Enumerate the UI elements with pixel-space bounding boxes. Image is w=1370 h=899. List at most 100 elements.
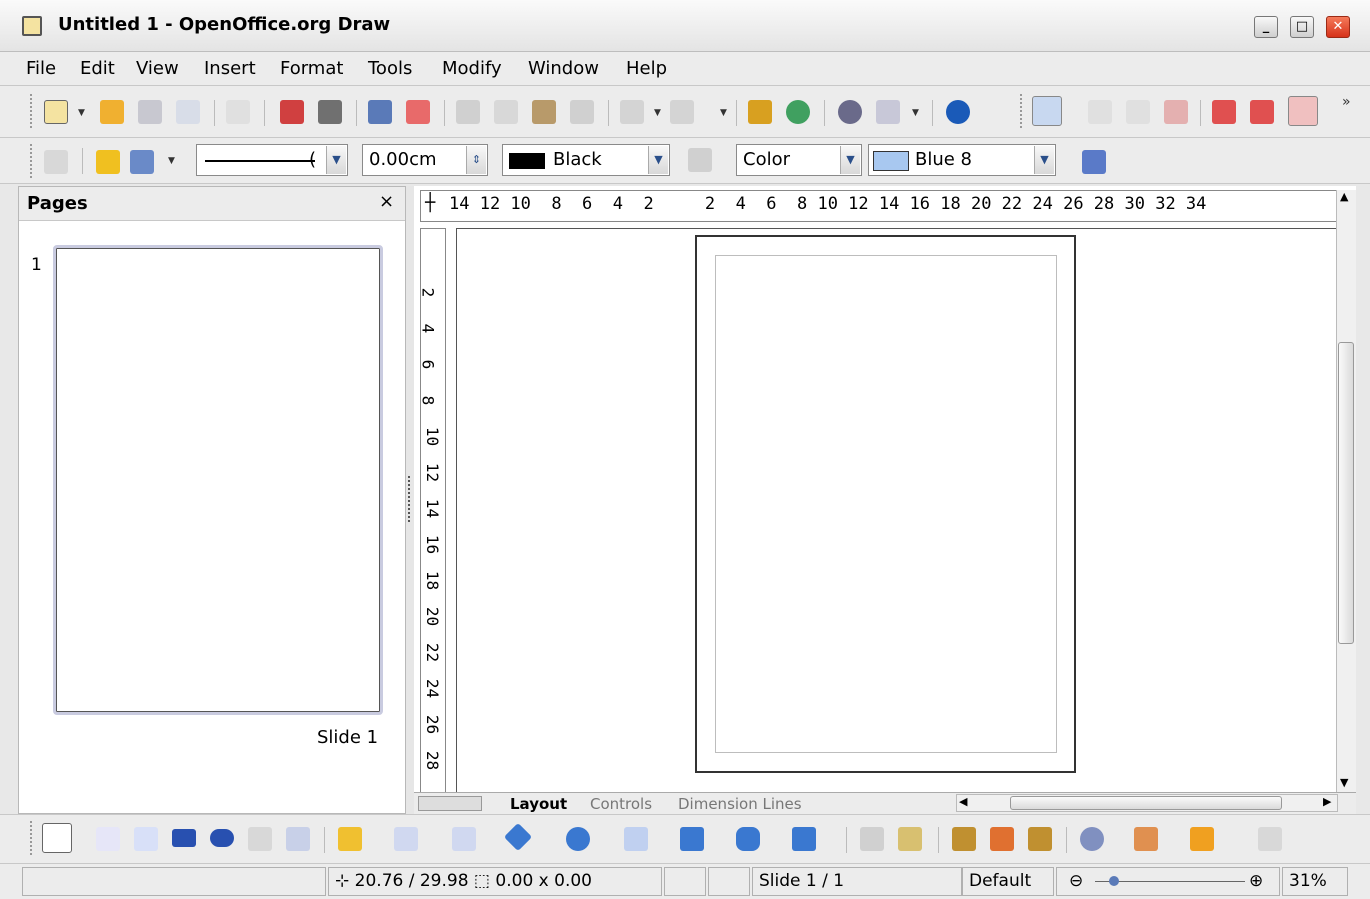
line-color-select[interactable]: Black ▼ xyxy=(502,144,670,176)
clone-formatting-icon[interactable] xyxy=(570,100,594,124)
arrange-icon[interactable] xyxy=(1190,827,1214,851)
new-dropdown-icon[interactable]: ▼ xyxy=(78,108,85,118)
curve-tool-icon[interactable] xyxy=(338,827,362,851)
extrusion-icon[interactable] xyxy=(1258,827,1282,851)
toolbar-handle[interactable] xyxy=(30,821,36,855)
spellcheck-icon[interactable] xyxy=(368,100,392,124)
undo-dropdown-icon[interactable]: ▼ xyxy=(654,108,661,118)
dimension-line-icon[interactable] xyxy=(286,827,310,851)
glue-points-icon[interactable] xyxy=(898,827,922,851)
chevron-down-icon[interactable]: ▼ xyxy=(326,146,346,174)
chevron-down-icon[interactable]: ▼ xyxy=(840,146,860,174)
helplines-icon[interactable] xyxy=(1126,100,1150,124)
snap-to-object-points-icon[interactable] xyxy=(1288,96,1318,126)
spinner-arrows-icon[interactable]: ⇕ xyxy=(466,146,486,174)
area-icon[interactable] xyxy=(688,148,712,172)
menu-view[interactable]: View xyxy=(136,58,179,79)
snap-to-page-margins-icon[interactable] xyxy=(1212,100,1236,124)
gallery-icon[interactable] xyxy=(786,100,810,124)
redo-icon[interactable] xyxy=(670,100,694,124)
open-folder-icon[interactable] xyxy=(100,100,124,124)
minimize-button[interactable]: _ xyxy=(1254,16,1278,38)
snap-to-grid-icon[interactable] xyxy=(1164,100,1188,124)
from-file-icon[interactable] xyxy=(990,827,1014,851)
horizontal-scrollbar-thumb[interactable] xyxy=(1010,796,1282,810)
line-icon[interactable] xyxy=(96,150,120,174)
zoom-in-icon[interactable]: ⊕ xyxy=(1249,868,1263,895)
select-pointer-icon[interactable] xyxy=(42,823,72,853)
scroll-right-icon[interactable]: ▶ xyxy=(1323,795,1331,808)
tab-layout[interactable]: Layout xyxy=(510,795,567,813)
chevron-down-icon[interactable]: ▼ xyxy=(1034,146,1054,174)
menu-file[interactable]: File xyxy=(26,58,56,79)
line-arrow-tool-icon[interactable] xyxy=(134,827,158,851)
undo-icon[interactable] xyxy=(620,100,644,124)
scroll-left-icon[interactable]: ◀ xyxy=(959,795,967,808)
panel-splitter[interactable] xyxy=(406,186,414,814)
rectangle-tool-icon[interactable] xyxy=(172,829,196,847)
symbol-shapes-icon[interactable] xyxy=(566,827,590,851)
status-zoom-percent[interactable]: 31% xyxy=(1282,867,1348,896)
toolbar-handle[interactable] xyxy=(30,94,36,128)
scroll-up-icon[interactable]: ▲ xyxy=(1340,190,1348,203)
fontwork-icon[interactable] xyxy=(952,827,976,851)
redo-dropdown-icon[interactable]: ▼ xyxy=(720,108,727,118)
zoom-out-icon[interactable]: ⊖ xyxy=(1069,868,1083,895)
slide-thumbnail[interactable] xyxy=(53,245,383,715)
email-icon[interactable] xyxy=(176,100,200,124)
chevron-down-icon[interactable]: ▼ xyxy=(648,146,668,174)
callouts-icon[interactable] xyxy=(736,827,760,851)
connector-tool-icon[interactable] xyxy=(394,827,418,851)
effects-icon[interactable] xyxy=(1080,827,1104,851)
points-icon[interactable] xyxy=(860,827,884,851)
zoom-dropdown-icon[interactable]: ▼ xyxy=(912,108,919,118)
menu-tools[interactable]: Tools xyxy=(368,58,412,79)
line-tool-icon[interactable] xyxy=(96,827,120,851)
toolbar-handle[interactable] xyxy=(1020,94,1026,128)
maximize-button[interactable]: □ xyxy=(1290,16,1314,38)
new-document-icon[interactable] xyxy=(44,100,68,124)
paste-icon[interactable] xyxy=(532,100,556,124)
area-style-select[interactable]: Color ▼ xyxy=(736,144,862,176)
autospellcheck-icon[interactable] xyxy=(406,100,430,124)
print-icon[interactable] xyxy=(318,100,342,124)
ruler-origin-icon[interactable]: ┼ xyxy=(425,193,435,213)
snap-to-object-border-icon[interactable] xyxy=(1250,100,1274,124)
vertical-ruler[interactable]: 2 4 6 8 10 12 14 16 18 20 22 24 26 28 xyxy=(420,228,446,798)
horizontal-ruler[interactable]: ┼ 14 12 10 8 6 4 2 2 4 6 8 10 12 14 16 1… xyxy=(420,190,1340,222)
tab-controls[interactable]: Controls xyxy=(590,795,652,813)
export-pdf-icon[interactable] xyxy=(280,100,304,124)
stars-icon[interactable] xyxy=(792,827,816,851)
tab-dimension-lines[interactable]: Dimension Lines xyxy=(678,795,802,813)
copy-icon[interactable] xyxy=(494,100,518,124)
menu-help[interactable]: Help xyxy=(626,58,667,79)
alignment-icon[interactable] xyxy=(1134,827,1158,851)
ellipse-tool-icon[interactable] xyxy=(210,829,234,847)
arrow-style-icon[interactable] xyxy=(130,150,154,174)
help-icon[interactable] xyxy=(946,100,970,124)
vertical-scrollbar-thumb[interactable] xyxy=(1338,342,1354,644)
line-width-spinner[interactable]: 0.00cm ⇕ xyxy=(362,144,488,176)
drawing-page[interactable] xyxy=(695,235,1076,773)
chart-icon[interactable] xyxy=(748,100,772,124)
menu-edit[interactable]: Edit xyxy=(80,58,115,79)
close-button[interactable]: ✕ xyxy=(1326,16,1350,38)
zoom-icon[interactable] xyxy=(876,100,900,124)
tab-navigation-icon[interactable] xyxy=(418,796,482,811)
cut-icon[interactable] xyxy=(456,100,480,124)
menu-insert[interactable]: Insert xyxy=(204,58,256,79)
zoom-handle[interactable] xyxy=(1109,876,1119,886)
edit-file-icon[interactable] xyxy=(226,100,250,124)
flowchart-icon[interactable] xyxy=(680,827,704,851)
arrow-style-dropdown-icon[interactable]: ▼ xyxy=(168,156,175,166)
more-tools-icon[interactable]: » xyxy=(1342,94,1351,110)
navigator-icon[interactable] xyxy=(838,100,862,124)
menu-modify[interactable]: Modify xyxy=(442,58,502,79)
scroll-down-icon[interactable]: ▼ xyxy=(1340,776,1348,789)
lines-arrows-tool-icon[interactable] xyxy=(452,827,476,851)
menu-window[interactable]: Window xyxy=(528,58,599,79)
line-style-select[interactable]: ( ▼ xyxy=(196,144,348,176)
text-tool-icon[interactable] xyxy=(248,827,272,851)
shadow-icon[interactable] xyxy=(1082,150,1106,174)
menu-format[interactable]: Format xyxy=(280,58,343,79)
